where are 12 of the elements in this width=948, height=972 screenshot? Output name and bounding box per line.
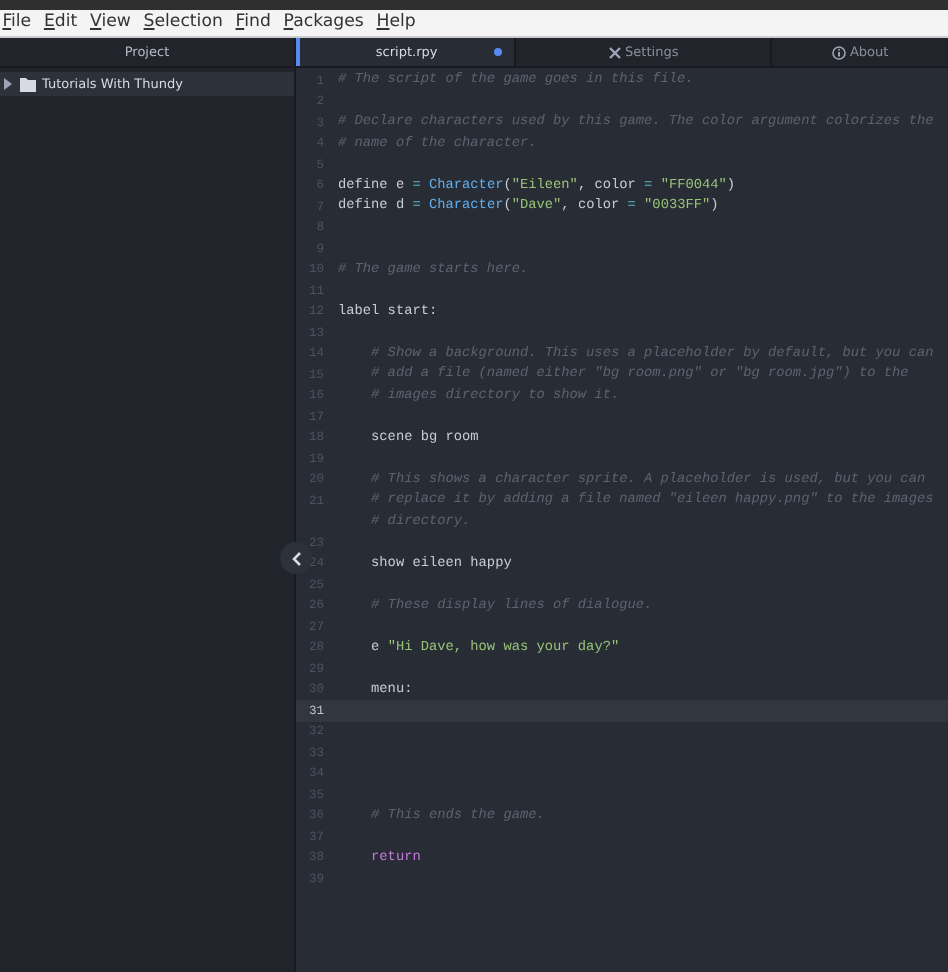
menu-item[interactable]: Packages xyxy=(277,10,371,36)
menu-item[interactable]: Edit xyxy=(37,10,84,36)
info-icon xyxy=(831,45,846,59)
menu-item[interactable]: Selection xyxy=(137,10,230,36)
chevron-left-icon xyxy=(291,551,301,565)
collapse-arrow-icon[interactable] xyxy=(2,78,14,90)
menu-item[interactable]: View xyxy=(83,10,138,36)
menu-item[interactable]: Help xyxy=(370,10,423,36)
menu-item[interactable]: File xyxy=(0,10,38,36)
folder-icon xyxy=(20,77,36,91)
collapse-panel-button[interactable] xyxy=(280,542,312,574)
menu-item[interactable]: Find xyxy=(229,10,278,36)
